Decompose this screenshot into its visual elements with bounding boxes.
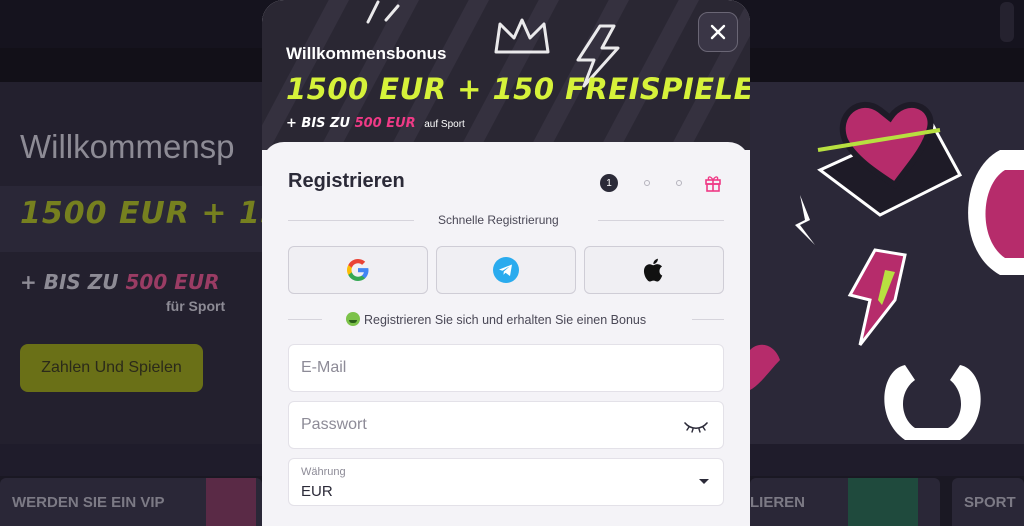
chevron-down-icon	[699, 479, 709, 484]
close-icon	[710, 24, 726, 40]
background-card-middle-thumb	[848, 478, 918, 526]
registration-modal: Willkommensbonus 1500 EUR + 150 FREISPIE…	[262, 0, 750, 526]
bonus-banner: Willkommensbonus 1500 EUR + 150 FREISPIE…	[262, 0, 750, 150]
eye-closed-icon[interactable]	[683, 418, 709, 434]
quick-registration-label: Schnelle Registrierung	[438, 213, 559, 227]
apple-signin-button[interactable]	[584, 246, 724, 294]
spark-icon	[366, 0, 400, 24]
background-hero-sub-highlight: 500 EUR	[125, 270, 220, 294]
background-hero-sub-prefix: + BIS ZU	[20, 270, 119, 294]
background-cta-button[interactable]: Zahlen Und Spielen	[20, 344, 203, 392]
currency-value: EUR	[301, 483, 333, 500]
background-card-sport[interactable]: SPORT	[952, 478, 1024, 526]
telegram-icon	[493, 257, 519, 283]
banner-title: Willkommensbonus	[286, 44, 447, 63]
step-dot	[644, 180, 650, 186]
bonus-label: Registrieren Sie sich und erhalten Sie e…	[364, 313, 647, 327]
registration-title: Registrieren	[288, 170, 405, 192]
bonus-divider-left	[288, 319, 322, 320]
banner-amount: 1500 EUR + 150 FREISPIELE	[286, 72, 750, 106]
google-icon	[347, 259, 369, 281]
close-button[interactable]	[698, 12, 738, 52]
currency-label: Währung	[301, 466, 346, 478]
gift-icon	[705, 176, 721, 192]
bonus-divider-right	[692, 319, 724, 320]
step-dot	[676, 180, 682, 186]
crown-icon	[494, 18, 550, 54]
banner-subtitle: + BIS ZU 500 EUR auf Sport	[286, 116, 465, 131]
banner-sub-prefix: + BIS ZU	[286, 116, 351, 131]
background-card-middle-label: LIEREN	[750, 493, 806, 511]
background-hero-sport: für Sport	[166, 298, 226, 314]
banner-sub-highlight: 500 EUR	[354, 116, 416, 131]
apple-icon	[643, 258, 663, 282]
background-card-vip-thumb	[206, 478, 256, 526]
background-hero-art	[750, 82, 1024, 444]
divider-right	[598, 220, 724, 221]
email-field[interactable]	[288, 344, 724, 392]
password-field[interactable]	[288, 401, 724, 449]
email-input[interactable]	[289, 345, 723, 391]
registration-panel: Registrieren 1 Schnelle Registrierung Re…	[262, 142, 750, 526]
step-current: 1	[600, 174, 618, 192]
banner-sub-suffix: auf Sport	[424, 119, 465, 130]
background-hero-title: Willkommensp	[20, 128, 235, 165]
background-hero-subtitle: + BIS ZU 500 EUR	[20, 270, 220, 294]
sticker-art-icon	[750, 101, 1024, 440]
bonus-label-row: Registrieren Sie sich und erhalten Sie e…	[346, 312, 646, 327]
background-card-vip[interactable]: WERDEN SIE EIN VIP	[0, 478, 262, 526]
money-face-icon	[346, 312, 360, 326]
telegram-signin-button[interactable]	[436, 246, 576, 294]
background-top-button	[1000, 2, 1014, 42]
background-card-middle[interactable]: LIEREN	[750, 478, 940, 526]
background-card-sport-label: SPORT	[964, 493, 1016, 511]
currency-select[interactable]: Währung EUR	[288, 458, 724, 506]
password-input[interactable]	[289, 402, 723, 448]
step-indicator: 1	[600, 174, 722, 192]
money-face-mouth	[349, 320, 357, 323]
background-card-vip-label: WERDEN SIE EIN VIP	[12, 493, 165, 511]
google-signin-button[interactable]	[288, 246, 428, 294]
divider-left	[288, 220, 414, 221]
